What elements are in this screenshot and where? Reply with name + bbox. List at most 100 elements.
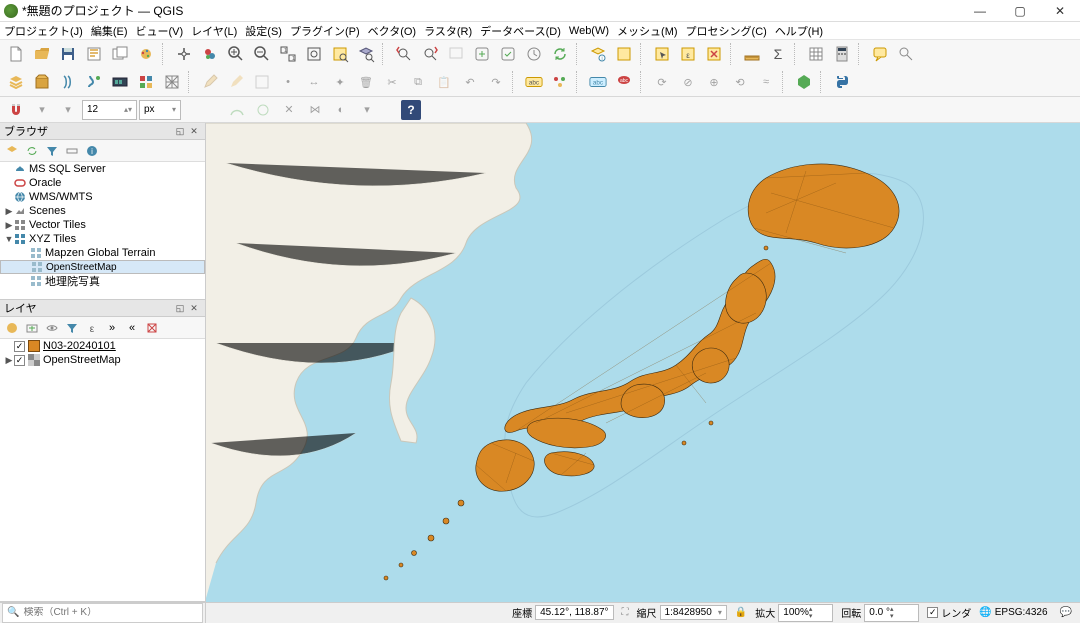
maptips-button[interactable] — [868, 42, 892, 66]
expression-icon[interactable]: ε — [83, 319, 101, 337]
menu-item[interactable]: プロセシング(C) — [686, 23, 767, 39]
show-bookmarks-button[interactable] — [496, 42, 520, 66]
maximize-button[interactable]: ▢ — [1000, 0, 1040, 22]
zoom-in-button[interactable] — [224, 42, 248, 66]
undo-button[interactable]: ↶ — [458, 70, 482, 94]
new-spatial-bookmark-button[interactable] — [470, 42, 494, 66]
menu-item[interactable]: ビュー(V) — [136, 23, 184, 39]
menu-item[interactable]: 設定(S) — [245, 23, 282, 39]
select-features-button[interactable] — [650, 42, 674, 66]
open-project-button[interactable] — [30, 42, 54, 66]
self-snap-button[interactable]: ⋈ — [303, 98, 327, 122]
scale-snap-button[interactable]: ▾ — [355, 98, 379, 122]
abc-label-button[interactable]: abc — [522, 70, 546, 94]
layout-manager-button[interactable] — [108, 42, 132, 66]
refresh-button[interactable] — [548, 42, 572, 66]
style-icon[interactable] — [3, 319, 21, 337]
save-edits-button[interactable] — [224, 70, 248, 94]
browser-item[interactable]: MS SQL Server — [0, 162, 205, 176]
digitize-tool-button[interactable]: • — [276, 70, 300, 94]
expand-all-icon[interactable]: » — [103, 319, 121, 337]
menu-item[interactable]: ベクタ(O) — [368, 23, 416, 39]
close-icon[interactable]: ✕ — [187, 301, 201, 315]
avoid-overlap-button[interactable]: ◐ — [329, 98, 353, 122]
snapping-button[interactable] — [4, 98, 28, 122]
statistics-button[interactable]: Σ — [766, 42, 790, 66]
python-console-button[interactable] — [830, 70, 854, 94]
move-feature-button[interactable]: ↔ — [302, 70, 326, 94]
rotate-button[interactable]: ⟲ — [728, 70, 752, 94]
zoom-native-button[interactable]: 11 — [276, 42, 300, 66]
collapse-icon[interactable] — [63, 142, 81, 160]
label-toolbar-button[interactable] — [548, 70, 572, 94]
delete-feature-button[interactable]: 🗑 — [354, 70, 378, 94]
search-bar[interactable]: 🔍 — [2, 603, 203, 623]
new-shapefile-button[interactable] — [56, 70, 80, 94]
topology-checker-button[interactable] — [792, 70, 816, 94]
new-geopackage-button[interactable] — [30, 70, 54, 94]
browser-item[interactable]: OpenStreetMap — [0, 260, 205, 274]
magnifier-value[interactable]: 100%▴▾ — [778, 604, 833, 622]
temporal-button[interactable] — [522, 42, 546, 66]
identify-button[interactable]: i — [586, 42, 610, 66]
float-icon[interactable]: ◱ — [173, 124, 187, 138]
paste-button[interactable]: 📋 — [432, 70, 456, 94]
topo-editing-button[interactable] — [225, 98, 249, 122]
menu-item[interactable]: プロジェクト(J) — [4, 23, 83, 39]
cut-button[interactable]: ✂ — [380, 70, 404, 94]
render-field[interactable]: ✓ レンダ — [923, 605, 975, 620]
browser-item[interactable]: 地理院写真 — [0, 274, 205, 288]
menu-item[interactable]: ラスタ(R) — [424, 23, 472, 39]
data-source-button[interactable] — [4, 70, 28, 94]
field-calculator-button[interactable] — [830, 42, 854, 66]
filter-layers-icon[interactable] — [63, 319, 81, 337]
menu-item[interactable]: ヘルプ(H) — [775, 23, 823, 39]
new-layout-button[interactable] — [82, 42, 106, 66]
measure-button[interactable] — [740, 42, 764, 66]
snapping-type-button[interactable]: ▾ — [30, 98, 54, 122]
browser-header[interactable]: ブラウザ ◱ ✕ — [0, 123, 205, 140]
float-icon[interactable]: ◱ — [173, 301, 187, 315]
add-group-icon[interactable] — [23, 319, 41, 337]
menu-item[interactable]: 編集(E) — [91, 23, 128, 39]
browser-tree[interactable]: MS SQL ServerOracleWMS/WMTS▶Scenes▶Vecto… — [0, 162, 205, 299]
search-input[interactable] — [23, 607, 198, 618]
menu-item[interactable]: Web(W) — [569, 25, 609, 37]
save-project-button[interactable] — [56, 42, 80, 66]
filter-icon[interactable] — [43, 142, 61, 160]
node-tool-button[interactable]: ✦ — [328, 70, 352, 94]
split-button[interactable]: ⊘ — [676, 70, 700, 94]
zoom-next-button[interactable] — [418, 42, 442, 66]
zoom-selection-button[interactable] — [328, 42, 352, 66]
redo-button[interactable]: ↷ — [484, 70, 508, 94]
merge-button[interactable]: ⊕ — [702, 70, 726, 94]
intersection-button[interactable]: ✕ — [277, 98, 301, 122]
layers-tree[interactable]: ✓N03-20240101▶✓OpenStreetMap — [0, 339, 205, 601]
browser-item[interactable]: ▶Vector Tiles — [0, 218, 205, 232]
new-project-button[interactable] — [4, 42, 28, 66]
collapse-all-icon[interactable]: « — [123, 319, 141, 337]
layer-item[interactable]: ▶✓OpenStreetMap — [0, 353, 205, 367]
pan-button[interactable] — [172, 42, 196, 66]
browser-item[interactable]: WMS/WMTS — [0, 190, 205, 204]
snap-unit-select[interactable]: px▾ — [139, 100, 181, 120]
reshape-button[interactable]: ⟳ — [650, 70, 674, 94]
menu-item[interactable]: レイヤ(L) — [191, 23, 237, 39]
annotation-button[interactable] — [894, 42, 918, 66]
browser-item[interactable]: ▶Scenes — [0, 204, 205, 218]
simplify-button[interactable]: ≈ — [754, 70, 778, 94]
menu-item[interactable]: データベース(D) — [480, 23, 561, 39]
close-icon[interactable]: ✕ — [187, 124, 201, 138]
style-manager-button[interactable] — [134, 42, 158, 66]
remove-layer-icon[interactable] — [143, 319, 161, 337]
zoom-last-button[interactable] — [392, 42, 416, 66]
close-button[interactable]: ✕ — [1040, 0, 1080, 22]
rotation-value[interactable]: 0.0 °▴▾ — [864, 604, 919, 622]
map-canvas[interactable] — [206, 123, 1080, 602]
snap-tolerance-input[interactable]: 12▴▾ — [82, 100, 137, 120]
add-feature-button[interactable] — [250, 70, 274, 94]
add-layer-icon[interactable] — [3, 142, 21, 160]
refresh-icon[interactable] — [23, 142, 41, 160]
add-wms-button[interactable] — [134, 70, 158, 94]
new-map-view-button[interactable] — [444, 42, 468, 66]
